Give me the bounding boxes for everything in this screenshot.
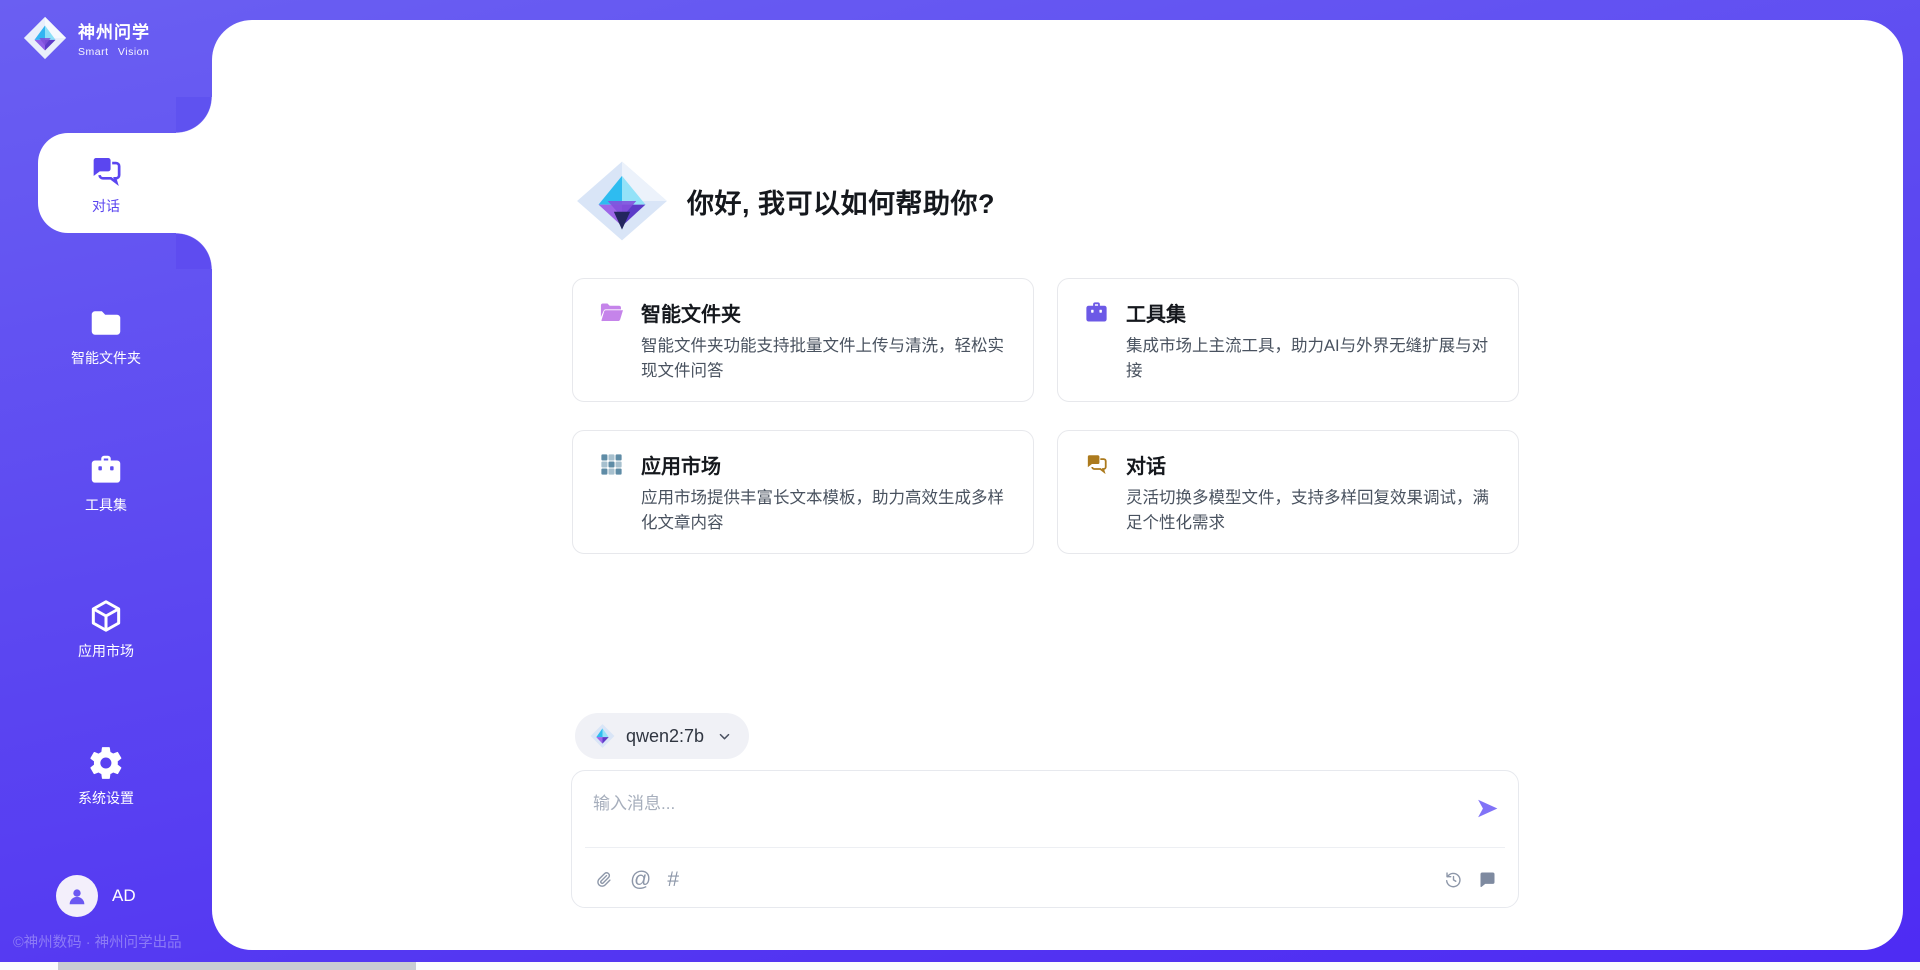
card-smart-folder[interactable]: 智能文件夹 智能文件夹功能支持批量文件上传与清洗，轻松实现文件问答 bbox=[572, 278, 1034, 402]
main-panel: 你好, 我可以如何帮助你? 智能文件夹 智能文件夹功能支持批量文件上传与清洗，轻… bbox=[212, 20, 1903, 950]
card-title: 智能文件夹 bbox=[641, 298, 741, 327]
message-composer: @ # bbox=[571, 770, 1519, 908]
sidebar-item-label: 工具集 bbox=[85, 495, 127, 515]
sidebar-item-app-market[interactable]: 应用市场 bbox=[0, 578, 212, 678]
card-description: 集成市场上主流工具，助力AI与外界无缝扩展与对接 bbox=[1126, 334, 1496, 384]
card-app-market[interactable]: 应用市场 应用市场提供丰富长文本模板，助力高效生成多样化文章内容 bbox=[572, 430, 1034, 554]
card-description: 应用市场提供丰富长文本模板，助力高效生成多样化文章内容 bbox=[641, 486, 1011, 536]
card-description: 灵活切换多模型文件，支持多样回复效果调试，满足个性化需求 bbox=[1126, 486, 1496, 536]
brand-name-en: Smart Vision bbox=[78, 46, 150, 58]
chat-bubbles-icon bbox=[1083, 451, 1110, 478]
briefcase-icon bbox=[86, 450, 126, 490]
sidebar-item-toolset[interactable]: 工具集 bbox=[0, 432, 212, 532]
greeting-text: 你好, 我可以如何帮助你? bbox=[687, 182, 995, 221]
brand-name-cn: 神州问学 bbox=[78, 18, 150, 43]
cube-icon bbox=[86, 596, 126, 636]
brand: 神州问学 Smart Vision bbox=[22, 15, 150, 61]
composer-toolbar: @ # bbox=[593, 861, 1498, 897]
active-tab-curve-bottom bbox=[176, 233, 212, 269]
card-description: 智能文件夹功能支持批量文件上传与清洗，轻松实现文件问答 bbox=[641, 334, 1011, 384]
paperclip-icon bbox=[593, 869, 614, 890]
card-title: 应用市场 bbox=[641, 450, 721, 479]
send-button[interactable] bbox=[1473, 794, 1501, 822]
history-icon bbox=[1443, 869, 1464, 890]
history-button[interactable] bbox=[1443, 869, 1464, 890]
user-profile[interactable]: AD bbox=[56, 875, 136, 917]
sidebar-item-label: 对话 bbox=[92, 196, 120, 216]
card-title: 对话 bbox=[1126, 450, 1166, 479]
copyright-footer: ©神州数码 · 神州问学出品 bbox=[13, 931, 182, 952]
card-toolset[interactable]: 工具集 集成市场上主流工具，助力AI与外界无缝扩展与对接 bbox=[1057, 278, 1519, 402]
gear-icon bbox=[86, 743, 126, 783]
person-icon bbox=[64, 883, 90, 909]
topic-button[interactable]: # bbox=[667, 869, 679, 890]
at-icon: @ bbox=[630, 869, 651, 890]
chevron-down-icon bbox=[717, 729, 732, 744]
horizontal-scrollbar[interactable] bbox=[0, 962, 1920, 970]
folder-icon bbox=[86, 303, 126, 343]
brand-logo-gem-icon bbox=[22, 15, 68, 61]
open-folder-icon bbox=[598, 299, 625, 326]
grid-icon bbox=[598, 451, 625, 478]
greeting: 你好, 我可以如何帮助你? bbox=[573, 158, 995, 244]
feature-cards: 智能文件夹 智能文件夹功能支持批量文件上传与清洗，轻松实现文件问答 工具集 集成… bbox=[572, 278, 1519, 554]
sidebar-item-smart-folder[interactable]: 智能文件夹 bbox=[0, 285, 212, 385]
card-chat[interactable]: 对话 灵活切换多模型文件，支持多样回复效果调试，满足个性化需求 bbox=[1057, 430, 1519, 554]
message-input[interactable] bbox=[572, 771, 1442, 843]
briefcase-icon bbox=[1083, 299, 1110, 326]
new-chat-button[interactable] bbox=[1477, 869, 1498, 890]
composer-divider bbox=[585, 847, 1505, 848]
chat-bubbles-icon bbox=[86, 151, 126, 191]
sidebar-item-chat[interactable]: 对话 bbox=[0, 133, 212, 233]
sidebar-item-label: 智能文件夹 bbox=[71, 348, 141, 368]
sidebar-item-settings[interactable]: 系统设置 bbox=[0, 725, 212, 825]
model-name: qwen2:7b bbox=[626, 726, 704, 747]
mention-button[interactable]: @ bbox=[630, 869, 651, 890]
model-gem-icon bbox=[589, 723, 616, 749]
sidebar-item-label: 系统设置 bbox=[78, 788, 134, 808]
chat-square-icon bbox=[1477, 869, 1498, 890]
model-selector[interactable]: qwen2:7b bbox=[575, 713, 749, 759]
attach-file-button[interactable] bbox=[593, 869, 614, 890]
avatar bbox=[56, 875, 98, 917]
assistant-gem-icon bbox=[573, 158, 671, 244]
scrollbar-thumb[interactable] bbox=[58, 962, 416, 970]
sidebar: 神州问学 Smart Vision 对话 智能文件夹 bbox=[0, 0, 212, 970]
hash-icon: # bbox=[667, 869, 679, 890]
sidebar-item-label: 应用市场 bbox=[78, 641, 134, 661]
card-title: 工具集 bbox=[1126, 298, 1186, 327]
user-name: AD bbox=[112, 886, 136, 906]
active-tab-curve-top bbox=[176, 97, 212, 133]
send-icon bbox=[1475, 796, 1500, 821]
